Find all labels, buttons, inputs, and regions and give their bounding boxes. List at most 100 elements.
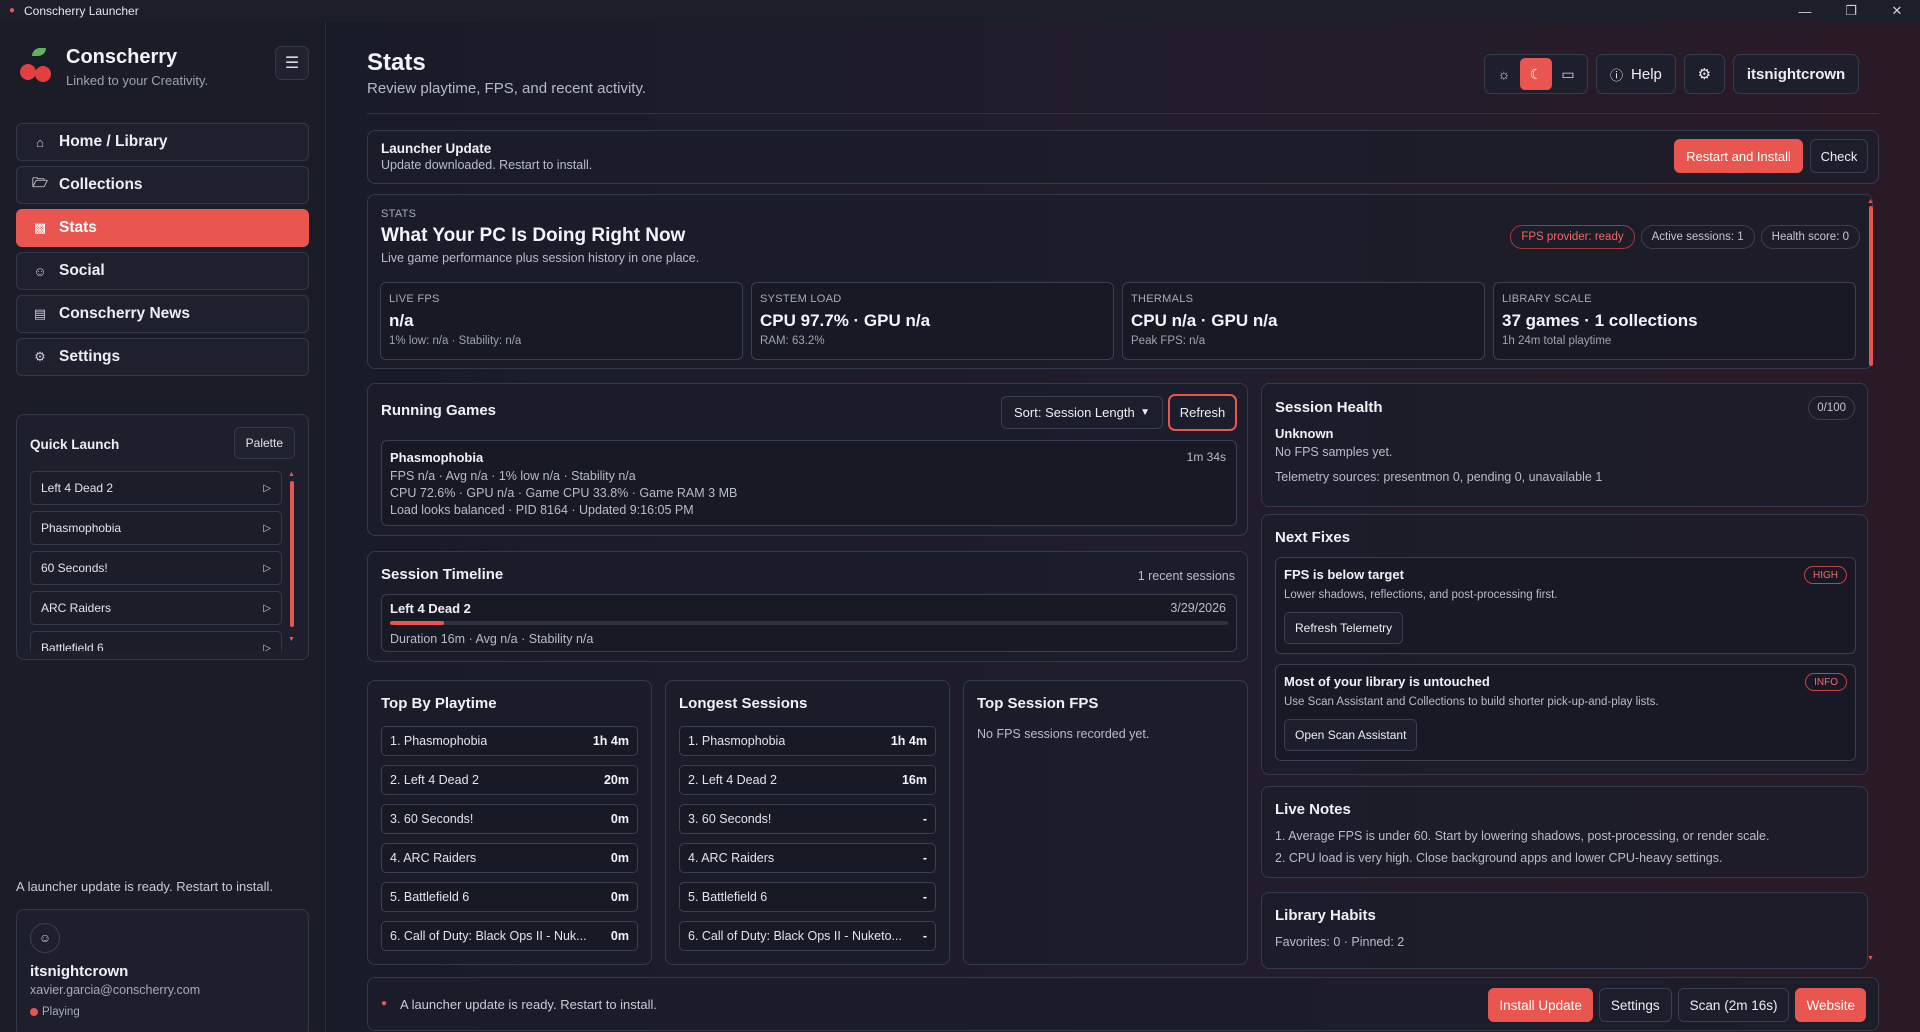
rank-value: 1h 4m [890, 734, 927, 748]
rank-name: 4. ARC Raiders [688, 851, 775, 865]
help-label: Help [1631, 65, 1662, 83]
status-dot-icon [30, 1008, 38, 1016]
quick-launch-item[interactable]: ARC Raiders ▷ [30, 591, 282, 625]
fix-desc: Lower shadows, reflections, and post-pro… [1284, 589, 1558, 601]
refresh-telemetry-button[interactable]: Refresh Telemetry [1284, 612, 1404, 644]
sidebar-item-social[interactable]: ☺ Social [16, 252, 309, 290]
list-item[interactable]: 2. Left 4 Dead 2 20m [381, 765, 638, 795]
footer-actions: Install Update Settings Scan (2m 16s) We… [1482, 988, 1866, 1022]
avatar[interactable]: ☺ [30, 923, 60, 953]
restart-and-install-button[interactable]: Restart and Install [1674, 139, 1803, 173]
session-health-title: Session Health [1275, 399, 1383, 416]
close-icon[interactable]: ✕ [1874, 0, 1920, 22]
rank-name: 3. 60 Seconds! [390, 812, 474, 826]
news-icon: ▤ [33, 306, 47, 321]
active-sessions-badge: Active sessions: 1 [1640, 225, 1755, 249]
top-by-playtime-card: Top By Playtime 1. Phasmophobia 1h 4m 2. … [367, 680, 652, 965]
scroll-up-icon[interactable]: ▲ [1867, 198, 1874, 205]
main-scrollbar-track[interactable]: ▼ [1867, 369, 1874, 969]
gear-icon: ⚙ [1697, 66, 1712, 83]
scroll-down-icon[interactable]: ▼ [288, 636, 295, 643]
play-icon[interactable]: ▷ [263, 643, 271, 652]
username-button[interactable]: itsnightcrown [1732, 54, 1860, 94]
quick-launch-list: Left 4 Dead 2 ▷ Phasmophobia ▷ 60 Second… [30, 471, 282, 651]
list-item[interactable]: 1. Phasmophobia 1h 4m [679, 726, 936, 756]
list-item[interactable]: 5. Battlefield 6 - [679, 882, 936, 912]
refresh-button[interactable]: Refresh [1168, 394, 1237, 431]
monitor-icon[interactable]: ▭ [1552, 58, 1584, 90]
user-card[interactable]: ☺ itsnightcrown xavier.garcia@conscherry… [16, 909, 309, 1032]
quick-launch-panel: Quick Launch Palette Left 4 Dead 2 ▷ Pha… [16, 414, 309, 660]
website-button[interactable]: Website [1795, 988, 1866, 1022]
settings-gear-button[interactable]: ⚙ [1683, 54, 1725, 94]
quick-launch-title: Quick Launch [30, 437, 120, 452]
sidebar-item-news[interactable]: ▤ Conscherry News [16, 295, 309, 333]
quick-launch-item[interactable]: Phasmophobia ▷ [30, 511, 282, 545]
sidebar-item-stats[interactable]: ▩ Stats [16, 209, 309, 247]
brand-name: Conscherry [66, 46, 178, 68]
metric-sub: 1h 24m total playtime [1502, 335, 1612, 347]
quick-launch-item-label: ARC Raiders [41, 601, 112, 615]
fix-desc: Use Scan Assistant and Collections to bu… [1284, 696, 1659, 708]
sidebar-nav: ⌂ Home / Library 🗁 Collections ▩ Stats ☺… [16, 123, 309, 381]
priority-badge: INFO [1805, 673, 1847, 691]
list-item[interactable]: 3. 60 Seconds! 0m [381, 804, 638, 834]
play-icon[interactable]: ▷ [263, 523, 271, 534]
timeline-row[interactable]: Left 4 Dead 2 3/29/2026 Duration 16m · A… [381, 594, 1237, 652]
sun-icon[interactable]: ☼ [1488, 58, 1520, 90]
stats-subtitle: Live game performance plus session histo… [381, 251, 700, 265]
hamburger-menu-icon[interactable]: ☰ [275, 46, 309, 80]
page-title: Stats [367, 49, 426, 76]
footer-settings-button[interactable]: Settings [1598, 988, 1672, 1022]
list-item[interactable]: 4. ARC Raiders - [679, 843, 936, 873]
scan-button[interactable]: Scan (2m 16s) [1677, 988, 1790, 1022]
open-scan-assistant-button[interactable]: Open Scan Assistant [1284, 719, 1418, 751]
sort-select[interactable]: Sort: Session Length ▼ [1001, 396, 1163, 429]
scrollbar-thumb[interactable] [1869, 206, 1873, 366]
health-status: Unknown [1275, 426, 1334, 441]
quick-launch-item[interactable]: Battlefield 6 ▷ [30, 631, 282, 651]
play-icon[interactable]: ▷ [263, 483, 271, 494]
restore-icon[interactable]: ❐ [1828, 0, 1874, 22]
play-icon[interactable]: ▷ [263, 563, 271, 574]
cherry-app-icon: ● [8, 5, 16, 16]
check-button[interactable]: Check [1810, 139, 1868, 173]
play-icon[interactable]: ▷ [263, 603, 271, 614]
list-item[interactable]: 1. Phasmophobia 1h 4m [381, 726, 638, 756]
scroll-up-icon[interactable]: ▲ [288, 471, 295, 478]
brand: Conscherry Linked to your Creativity. [20, 44, 208, 88]
list-item[interactable]: 6. Call of Duty: Black Ops II - Nuk... 0m [381, 921, 638, 951]
fix-title: Most of your library is untouched [1284, 674, 1490, 689]
install-update-button[interactable]: Install Update [1488, 988, 1593, 1022]
main-scrollbar[interactable]: ▲ [1867, 198, 1874, 368]
timeline-progress-fill [390, 621, 445, 625]
rank-name: 2. Left 4 Dead 2 [688, 773, 777, 787]
quick-launch-item[interactable]: Left 4 Dead 2 ▷ [30, 471, 282, 505]
scroll-down-icon[interactable]: ▼ [1867, 955, 1874, 962]
list-item[interactable]: 5. Battlefield 6 0m [381, 882, 638, 912]
quick-launch-scrollbar[interactable]: ▲ ▼ [288, 471, 295, 643]
palette-button[interactable]: Palette [233, 427, 295, 459]
gear-icon: ⚙ [34, 349, 46, 364]
list-item[interactable]: 6. Call of Duty: Black Ops II - Nuketo..… [679, 921, 936, 951]
metric-value: 37 games · 1 collections [1502, 311, 1698, 330]
running-game-row[interactable]: Phasmophobia 1m 34s FPS n/a · Avg n/a · … [381, 440, 1237, 526]
window-title: Conscherry Launcher [24, 4, 139, 18]
list-item[interactable]: 4. ARC Raiders 0m [381, 843, 638, 873]
fix-item: FPS is below target HIGH Lower shadows, … [1275, 557, 1856, 654]
sidebar-item-collections[interactable]: 🗁 Collections [16, 166, 309, 204]
list-item[interactable]: 3. 60 Seconds! - [679, 804, 936, 834]
help-button[interactable]: ⓘ Help [1596, 54, 1676, 94]
next-fixes-card: Next Fixes FPS is below target HIGH Lowe… [1261, 514, 1868, 775]
fix-title: FPS is below target [1284, 567, 1404, 582]
moon-icon[interactable]: ☾ [1520, 58, 1552, 90]
page-subtitle: Review playtime, FPS, and recent activit… [367, 80, 646, 97]
quick-launch-item[interactable]: 60 Seconds! ▷ [30, 551, 282, 585]
minimize-icon[interactable]: — [1782, 0, 1828, 22]
metric-library-scale: LIBRARY SCALE 37 games · 1 collections 1… [1493, 282, 1856, 360]
metric-label: LIVE FPS [389, 293, 440, 305]
user-status-label: Playing [42, 1006, 80, 1018]
sidebar-item-home-library[interactable]: ⌂ Home / Library [16, 123, 309, 161]
list-item[interactable]: 2. Left 4 Dead 2 16m [679, 765, 936, 795]
sidebar-item-settings[interactable]: ⚙ Settings [16, 338, 309, 376]
